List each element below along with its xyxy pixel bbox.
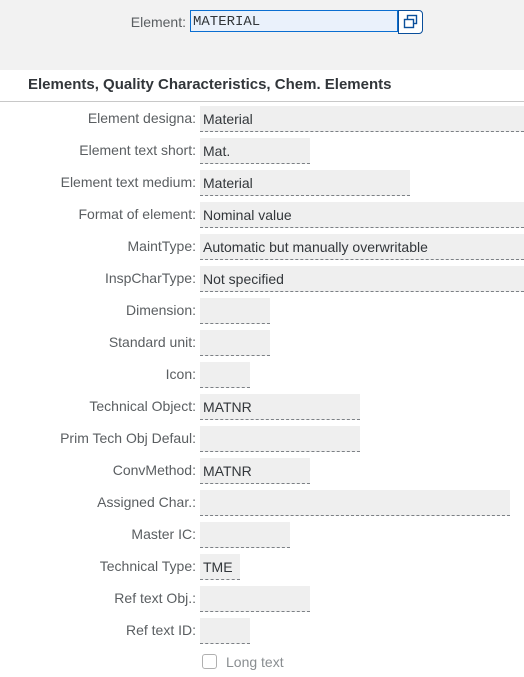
row-assigned-char: Assigned Char.: bbox=[0, 490, 524, 518]
row-icon: Icon: bbox=[0, 362, 524, 390]
long-text-checkbox[interactable] bbox=[202, 654, 217, 669]
field-standard-unit[interactable] bbox=[200, 330, 270, 356]
row-element-text-medium: Element text medium: Material bbox=[0, 170, 524, 198]
element-input[interactable]: MATERIAL bbox=[190, 10, 398, 32]
field-dimension[interactable] bbox=[200, 298, 270, 324]
row-prim-tech-obj-default: Prim Tech Obj Defaul: bbox=[0, 426, 524, 454]
label-format-of-element: Format of element: bbox=[78, 206, 197, 222]
row-ref-text-id: Ref text ID: bbox=[0, 618, 524, 646]
label-element-designation: Element designa: bbox=[87, 110, 196, 126]
row-standard-unit: Standard unit: bbox=[0, 330, 524, 358]
label-ref-text-obj: Ref text Obj.: bbox=[114, 590, 196, 606]
label-technical-type: Technical Type: bbox=[99, 558, 196, 574]
row-technical-object: Technical Object: MATNR bbox=[0, 394, 524, 422]
field-master-ic[interactable] bbox=[200, 522, 290, 548]
label-prim-tech-obj-default: Prim Tech Obj Defaul: bbox=[60, 430, 196, 446]
row-master-ic: Master IC: bbox=[0, 522, 524, 550]
label-icon: Icon: bbox=[165, 366, 196, 382]
field-insp-char-type[interactable]: Not specified bbox=[200, 266, 524, 292]
label-conv-method: ConvMethod: bbox=[112, 462, 196, 478]
row-technical-type: Technical Type: TME bbox=[0, 554, 524, 582]
field-element-designation[interactable]: Material bbox=[200, 106, 524, 132]
field-assigned-char[interactable] bbox=[200, 490, 510, 516]
row-insp-char-type: InspCharType: Not specified bbox=[0, 266, 524, 294]
row-dimension: Dimension: bbox=[0, 298, 524, 326]
row-conv-method: ConvMethod: MATNR bbox=[0, 458, 524, 486]
label-dimension: Dimension: bbox=[125, 302, 196, 318]
field-element-text-medium[interactable]: Material bbox=[200, 170, 410, 196]
field-format-of-element[interactable]: Nominal value bbox=[200, 202, 524, 228]
section-title: Elements, Quality Characteristics, Chem.… bbox=[28, 76, 392, 93]
label-element-text-short: Element text short: bbox=[79, 142, 196, 158]
field-technical-type[interactable]: TME bbox=[200, 554, 240, 580]
label-standard-unit: Standard unit: bbox=[108, 334, 196, 350]
label-technical-object: Technical Object: bbox=[89, 398, 196, 414]
label-element-text-medium: Element text medium: bbox=[60, 174, 196, 190]
long-text-label: Long text bbox=[226, 654, 284, 670]
label-ref-text-id: Ref text ID: bbox=[125, 622, 196, 638]
row-maint-type: MaintType: Automatic but manually overwr… bbox=[0, 234, 524, 262]
row-format-of-element: Format of element: Nominal value bbox=[0, 202, 524, 230]
row-element-designation: Element designa: Material bbox=[0, 106, 524, 134]
row-element-text-short: Element text short: Mat. bbox=[0, 138, 524, 166]
section-divider bbox=[0, 101, 524, 102]
field-element-text-short[interactable]: Mat. bbox=[200, 138, 310, 164]
field-icon[interactable] bbox=[200, 362, 250, 388]
label-maint-type: MaintType: bbox=[127, 238, 196, 254]
label-insp-char-type: InspCharType: bbox=[104, 270, 196, 286]
field-ref-text-id[interactable] bbox=[200, 618, 250, 644]
field-prim-tech-obj-default[interactable] bbox=[200, 426, 360, 452]
copy-windows-icon bbox=[403, 14, 418, 29]
label-assigned-char: Assigned Char.: bbox=[97, 494, 196, 510]
header-bar: Element: MATERIAL bbox=[0, 0, 524, 70]
label-master-ic: Master IC: bbox=[131, 526, 196, 542]
field-technical-object[interactable]: MATNR bbox=[200, 394, 360, 420]
row-ref-text-obj: Ref text Obj.: bbox=[0, 586, 524, 614]
value-help-button[interactable] bbox=[398, 10, 423, 34]
field-maint-type[interactable]: Automatic but manually overwritable bbox=[200, 234, 524, 260]
element-label: Element: bbox=[130, 14, 186, 30]
field-conv-method[interactable]: MATNR bbox=[200, 458, 310, 484]
field-ref-text-obj[interactable] bbox=[200, 586, 310, 612]
